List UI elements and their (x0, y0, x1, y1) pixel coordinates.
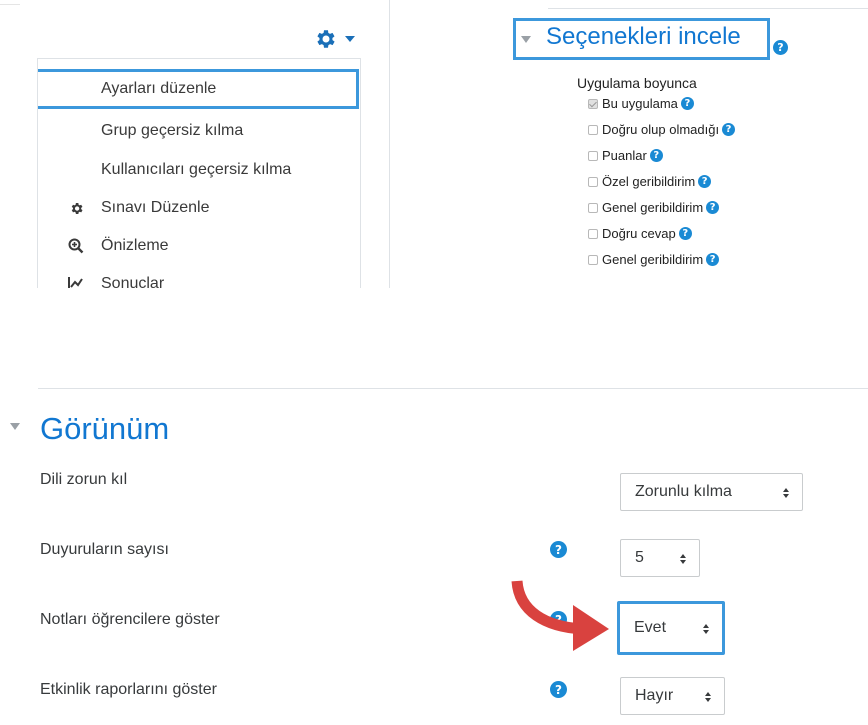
sort-arrows-icon (680, 554, 686, 564)
menu-item-label: Sınavı Düzenle (101, 199, 210, 216)
panel-divider (389, 0, 390, 290)
review-options-heading[interactable]: Seçenekleri incele (546, 23, 741, 51)
sort-arrows-icon (705, 692, 711, 702)
caret-down-icon (10, 423, 20, 430)
menu-item-user-overrides[interactable]: Kullanıcıları geçersiz kılma (38, 152, 360, 188)
help-icon[interactable]: ? (550, 541, 567, 558)
gear-icon (68, 200, 84, 216)
caret-down-icon (345, 36, 355, 42)
review-option-label: Özel geribildirim (602, 174, 696, 189)
review-option-label: Genel geribildirim (602, 200, 704, 215)
show-grades-select[interactable]: Evet (617, 601, 725, 655)
review-option-row: Bu uygulama ? (588, 96, 694, 111)
select-value: Zorunlu kılma (635, 483, 732, 500)
force-language-select[interactable]: Zorunlu kılma (620, 473, 803, 511)
top-left-rule (0, 4, 20, 5)
menu-item-label: Grup geçersiz kılma (101, 122, 244, 139)
checkbox[interactable] (588, 150, 598, 161)
select-value: 5 (635, 549, 644, 566)
pointer-arrow-icon (511, 580, 609, 651)
review-option-label: Puanlar (602, 148, 647, 163)
force-language-label: Dili zorun kıl (40, 471, 128, 488)
help-icon[interactable]: ? (706, 253, 720, 266)
review-option-label: Bu uygulama (602, 96, 678, 111)
review-option-label: Doğru cevap (602, 226, 676, 241)
select-value: Evet (634, 619, 667, 636)
menu-item-label: Kullanıcıları geçersiz kılma (101, 161, 292, 178)
review-option-row: Genel geribildirim ? (588, 252, 720, 267)
help-icon[interactable]: ? (649, 149, 663, 162)
menu-item-preview[interactable]: Önizleme (38, 228, 360, 264)
menu-item-label: Ayarları düzenle (101, 80, 217, 97)
select-value: Hayır (635, 687, 674, 704)
crop-mask (0, 288, 520, 318)
sort-arrows-icon (783, 488, 789, 498)
menu-item-edit-settings[interactable]: Ayarları düzenle (38, 69, 359, 109)
help-icon[interactable]: ? (678, 227, 692, 240)
review-option-label: Doğru olup olmadığı (602, 122, 720, 137)
help-icon[interactable]: ? (773, 38, 788, 56)
menu-item-group-overrides[interactable]: Grup geçersiz kılma (38, 113, 360, 149)
gear-icon (317, 30, 335, 48)
menu-item-edit-quiz[interactable]: Sınavı Düzenle (38, 190, 360, 226)
checkbox[interactable] (588, 228, 598, 239)
checkbox[interactable] (588, 98, 598, 109)
checkbox[interactable] (588, 254, 598, 265)
review-option-label: Genel geribildirim (602, 252, 704, 267)
help-icon[interactable]: ? (698, 175, 712, 188)
help-icon[interactable]: ? (550, 681, 567, 698)
settings-dropdown-menu: Ayarları düzenle Grup geçersiz kılma Kul… (37, 58, 361, 299)
review-option-row: Puanlar ? (588, 148, 663, 163)
review-option-row: Doğru olup olmadığı ? (588, 122, 736, 137)
activity-reports-label: Etkinlik raporlarını göster (40, 681, 217, 698)
news-items-label: Duyuruların sayısı (40, 541, 169, 558)
review-option-row: Doğru cevap ? (588, 226, 692, 241)
show-grades-label: Notları öğrencilere göster (40, 611, 220, 628)
sort-arrows-icon (703, 624, 709, 634)
zoom-in-icon (68, 238, 84, 254)
activity-reports-select[interactable]: Hayır (620, 677, 725, 715)
menu-item-label: Önizleme (101, 237, 169, 254)
top-rule (548, 8, 868, 9)
checkbox[interactable] (588, 202, 598, 213)
help-icon[interactable]: ? (680, 97, 694, 110)
help-icon[interactable]: ? (722, 123, 736, 136)
review-option-row: Özel geribildirim ? (588, 174, 712, 189)
help-icon[interactable]: ? (706, 201, 720, 214)
news-items-select[interactable]: 5 (620, 539, 700, 577)
section-divider (38, 388, 868, 389)
review-option-row: Genel geribildirim ? (588, 200, 720, 215)
settings-menu-toggle[interactable] (313, 27, 363, 51)
appearance-heading[interactable]: Görünüm (40, 411, 169, 447)
checkbox[interactable] (588, 124, 598, 135)
review-options-subtitle: Uygulama boyunca (577, 75, 697, 91)
collapse-toggle[interactable] (10, 423, 20, 430)
checkbox[interactable] (588, 176, 598, 187)
